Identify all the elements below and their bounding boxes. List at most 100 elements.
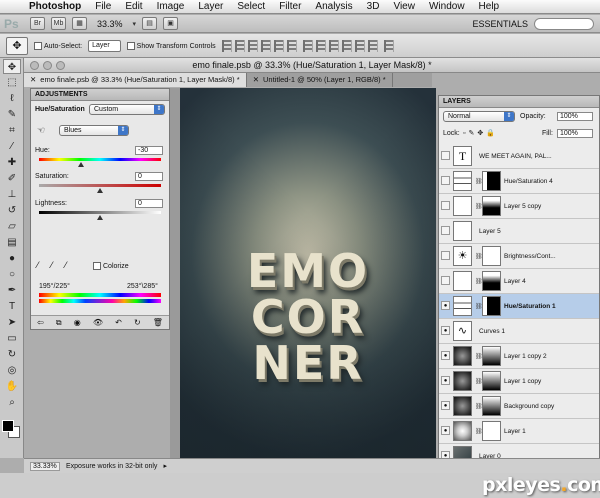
eyedropper-tool-icon[interactable]: ⁄ bbox=[3, 139, 21, 154]
menu-filter[interactable]: Filter bbox=[272, 0, 308, 14]
eye-icon[interactable]: ● bbox=[441, 301, 450, 310]
layers-panel-title[interactable]: LAYERS bbox=[439, 96, 599, 108]
lasso-tool-icon[interactable]: ℓ bbox=[3, 91, 21, 106]
eye-icon[interactable]: ● bbox=[441, 401, 450, 410]
eye-icon[interactable]: ● bbox=[441, 426, 450, 435]
return-to-list-icon[interactable]: ⇦ bbox=[37, 318, 44, 327]
layer-mask-thumbnail[interactable] bbox=[482, 396, 501, 416]
layer-thumbnail[interactable] bbox=[453, 371, 472, 391]
adjustments-panel-title[interactable]: ADJUSTMENTS bbox=[31, 89, 169, 101]
saturation-field[interactable]: 0 bbox=[135, 172, 163, 181]
layer-mask-thumbnail[interactable] bbox=[482, 171, 501, 191]
layer-thumbnail[interactable] bbox=[453, 296, 472, 316]
hue-slider-track[interactable] bbox=[39, 158, 161, 161]
align-bottom-icon[interactable] bbox=[247, 39, 258, 52]
view-extras-icon[interactable]: ▦ bbox=[72, 17, 87, 30]
quick-select-tool-icon[interactable]: ✎ bbox=[3, 107, 21, 122]
visibility-off-box[interactable] bbox=[441, 151, 450, 160]
menu-file[interactable]: File bbox=[88, 0, 118, 14]
distribute-bottom-icon[interactable] bbox=[328, 39, 339, 52]
menu-help[interactable]: Help bbox=[472, 0, 507, 14]
lock-icons[interactable]: ▫✎✥🔒 bbox=[463, 129, 498, 137]
layer-thumbnail[interactable] bbox=[453, 171, 472, 191]
layer-mask-thumbnail[interactable] bbox=[482, 271, 501, 291]
layer-thumbnail[interactable] bbox=[453, 196, 472, 216]
trash-icon[interactable]: 🗑 bbox=[153, 318, 163, 327]
dodge-tool-icon[interactable]: ○ bbox=[3, 267, 21, 282]
visibility-off-box[interactable] bbox=[441, 251, 450, 260]
visibility-off-box[interactable] bbox=[441, 176, 450, 185]
distribute-hcenter-icon[interactable] bbox=[354, 39, 365, 52]
zoom-window-icon[interactable] bbox=[56, 61, 65, 70]
channel-select[interactable]: Blues ⇕ bbox=[59, 125, 129, 136]
type-tool-icon[interactable]: T bbox=[3, 299, 21, 314]
saturation-slider-knob[interactable] bbox=[97, 188, 103, 193]
visibility-off-box[interactable] bbox=[441, 276, 450, 285]
history-brush-tool-icon[interactable]: ↺ bbox=[3, 203, 21, 218]
blend-mode-select[interactable]: Normal ⇕ bbox=[443, 111, 515, 122]
eyedropper-minus-icon[interactable]: ⁄ bbox=[65, 260, 67, 270]
eye-icon[interactable]: ● bbox=[441, 351, 450, 360]
layer-thumbnail[interactable] bbox=[453, 421, 472, 441]
chevron-right-icon[interactable]: ▸ bbox=[163, 462, 167, 470]
eyedropper-plus-icon[interactable]: ⁄ bbox=[51, 260, 53, 270]
foreground-color-swatch[interactable] bbox=[2, 420, 14, 432]
close-tab-icon[interactable]: ✕ bbox=[30, 75, 36, 84]
path-select-tool-icon[interactable]: ➤ bbox=[3, 315, 21, 330]
view-previous-state-icon[interactable]: ↶ bbox=[115, 318, 122, 327]
crop-tool-icon[interactable]: ⌗ bbox=[3, 123, 21, 138]
layer-thumbnail[interactable]: ∿ bbox=[453, 321, 472, 341]
move-tool-icon[interactable]: ✥ bbox=[3, 59, 21, 74]
menu-select[interactable]: Select bbox=[230, 0, 272, 14]
menu-view[interactable]: View bbox=[386, 0, 422, 14]
workspace-label[interactable]: ESSENTIALS bbox=[472, 19, 528, 29]
align-hcenter-icon[interactable] bbox=[273, 39, 284, 52]
layer-mask-thumbnail[interactable] bbox=[482, 246, 501, 266]
auto-select-checkbox[interactable]: Auto-Select: bbox=[34, 41, 82, 50]
distribute-vcenter-icon[interactable] bbox=[315, 39, 326, 52]
layer-row[interactable]: Layer 5 bbox=[439, 219, 599, 244]
clone-stamp-tool-icon[interactable]: ⊥ bbox=[3, 187, 21, 202]
layer-row[interactable]: ⛓ Hue/Saturation 4 bbox=[439, 169, 599, 194]
transform-controls-checkbox[interactable]: Show Transform Controls bbox=[126, 41, 216, 50]
layer-mask-thumbnail[interactable] bbox=[482, 296, 501, 316]
artwork[interactable]: EMO COR NER bbox=[180, 88, 436, 458]
layer-thumbnail[interactable] bbox=[453, 396, 472, 416]
layer-row[interactable]: ☀ ⛓ Brightness/Cont... bbox=[439, 244, 599, 269]
3d-orbit-tool-icon[interactable]: ◎ bbox=[3, 363, 21, 378]
layer-mask-thumbnail[interactable] bbox=[482, 346, 501, 366]
expand-view-icon[interactable]: ⧉ bbox=[56, 318, 62, 328]
layer-row[interactable]: ⛓ Layer 4 bbox=[439, 269, 599, 294]
minimize-window-icon[interactable] bbox=[43, 61, 52, 70]
menu-image[interactable]: Image bbox=[150, 0, 192, 14]
colorize-checkbox[interactable]: Colorize bbox=[93, 262, 129, 270]
menu-analysis[interactable]: Analysis bbox=[308, 0, 359, 14]
align-top-icon[interactable] bbox=[221, 39, 232, 52]
tab-untitled-1[interactable]: ✕ Untitled-1 @ 50% (Layer 1, RGB/8) * bbox=[247, 73, 393, 87]
eraser-tool-icon[interactable]: ▱ bbox=[3, 219, 21, 234]
layer-thumbnail[interactable]: T bbox=[453, 146, 472, 166]
auto-align-icon[interactable] bbox=[383, 39, 394, 52]
layer-row[interactable]: ● ⛓ Background copy bbox=[439, 394, 599, 419]
saturation-slider-track[interactable] bbox=[39, 184, 161, 187]
hue-field[interactable]: -30 bbox=[135, 146, 163, 155]
menu-edit[interactable]: Edit bbox=[118, 0, 149, 14]
marquee-tool-icon[interactable]: ⬚ bbox=[3, 75, 21, 90]
clip-to-layer-icon[interactable]: ◉ bbox=[74, 318, 81, 327]
align-left-icon[interactable] bbox=[260, 39, 271, 52]
bridge-icon[interactable]: Br bbox=[30, 17, 45, 30]
layer-row[interactable]: ⛓ Layer 5 copy bbox=[439, 194, 599, 219]
distribute-left-icon[interactable] bbox=[341, 39, 352, 52]
eye-icon[interactable]: ● bbox=[441, 326, 450, 335]
shape-tool-icon[interactable]: ▭ bbox=[3, 331, 21, 346]
healing-brush-tool-icon[interactable]: ✚ bbox=[3, 155, 21, 170]
lightness-field[interactable]: 0 bbox=[135, 199, 163, 208]
status-message[interactable]: Exposure works in 32-bit only bbox=[66, 463, 157, 470]
auto-select-target-select[interactable]: Layer bbox=[88, 39, 121, 52]
zoom-level[interactable]: 33.3% bbox=[93, 19, 127, 29]
distribute-top-icon[interactable] bbox=[302, 39, 313, 52]
visibility-off-box[interactable] bbox=[441, 201, 450, 210]
search-input[interactable] bbox=[534, 18, 594, 30]
align-right-icon[interactable] bbox=[286, 39, 297, 52]
layer-thumbnail[interactable] bbox=[453, 346, 472, 366]
